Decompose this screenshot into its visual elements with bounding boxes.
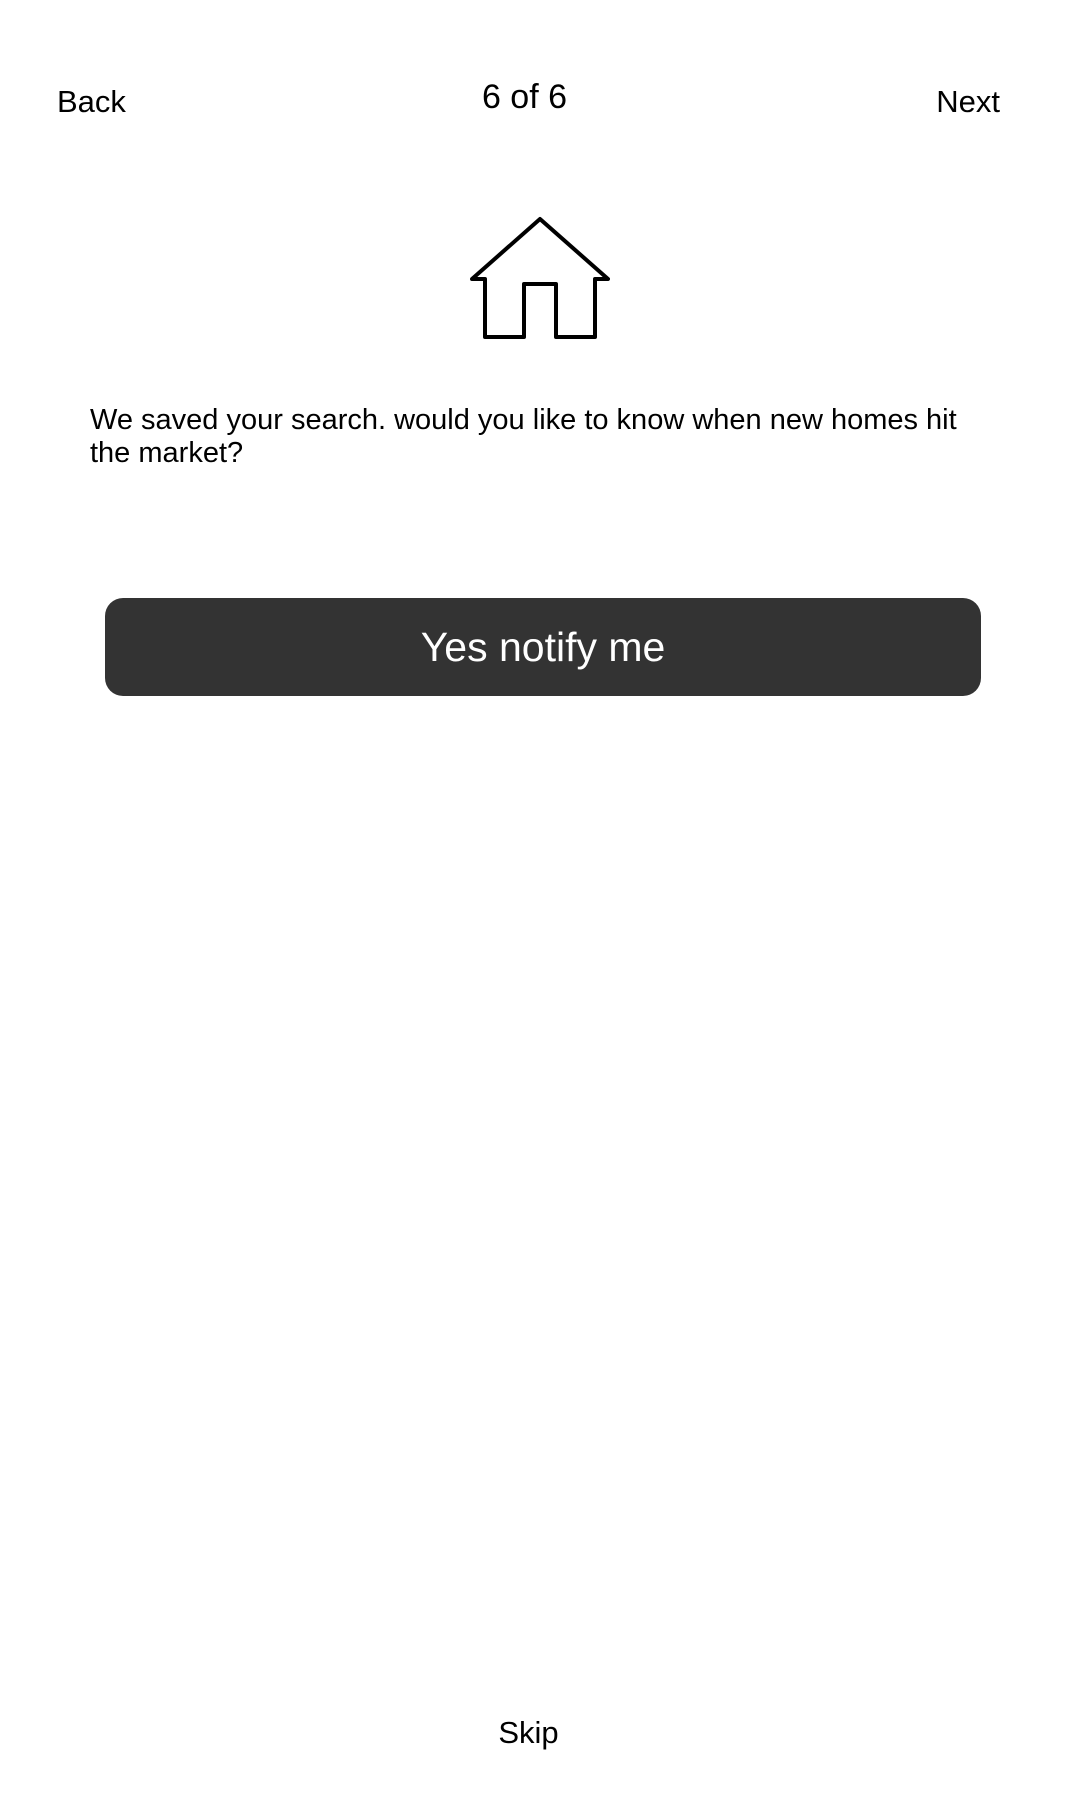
house-icon — [470, 216, 610, 342]
yes-notify-me-label: Yes notify me — [420, 623, 666, 670]
yes-notify-me-button[interactable]: Yes notify me — [105, 598, 981, 696]
next-button[interactable]: Next — [936, 84, 1000, 120]
step-indicator: 6 of 6 — [481, 78, 568, 116]
top-navigation-bar: Back 6 of 6 Next — [0, 0, 1080, 140]
save-search-message: We saved your search. would you like to … — [90, 404, 957, 469]
skip-button[interactable]: Skip — [0, 1715, 1057, 1751]
